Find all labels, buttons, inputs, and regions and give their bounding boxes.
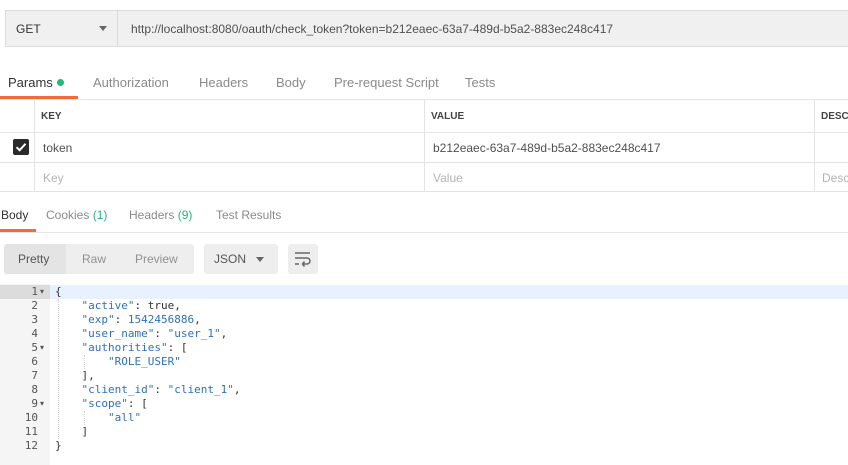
headers-count: (9): [177, 208, 193, 222]
code-line: "scope": [: [81, 397, 148, 410]
param-key-cell[interactable]: token: [43, 141, 72, 155]
line-number: 7: [31, 369, 38, 382]
new-key-input[interactable]: Key: [43, 171, 64, 185]
code-line: }: [55, 439, 62, 452]
fold-toggle-icon[interactable]: ▾: [40, 285, 48, 299]
column-header-description: DESCR: [821, 111, 848, 122]
method-label: GET: [16, 21, 41, 36]
line-number: 11: [24, 425, 38, 438]
code-line: ],: [81, 369, 95, 382]
column-divider: [814, 100, 815, 192]
wrap-text-icon: [295, 252, 311, 267]
fold-toggle-icon[interactable]: ▾: [40, 341, 48, 355]
new-value-input[interactable]: Value: [433, 171, 463, 185]
code-line: "client_id": "client_1",: [81, 383, 241, 396]
raw-button[interactable]: Raw: [82, 252, 106, 266]
format-select[interactable]: JSON: [204, 244, 278, 274]
active-line-highlight: [50, 285, 848, 299]
tab-cookies[interactable]: Cookies (1): [46, 208, 107, 222]
code-line: "exp": 1542456886,: [81, 313, 201, 326]
tab-tests[interactable]: Tests: [465, 75, 495, 90]
tab-params[interactable]: Params: [8, 75, 64, 90]
line-number: 12: [24, 439, 38, 452]
view-mode-segmented-control: Pretty Raw Preview: [4, 244, 194, 274]
tab-pre-request-script[interactable]: Pre-request Script: [334, 75, 439, 90]
checkmark-icon: [15, 143, 27, 152]
chevron-down-icon: [99, 26, 107, 31]
code-line: {: [55, 285, 62, 298]
code-line: "active": true,: [81, 299, 181, 312]
code-line: "user_name": "user_1",: [81, 327, 228, 340]
params-indicator-dot: [56, 79, 64, 86]
code-line: "authorities": [: [81, 341, 188, 354]
param-value-cell[interactable]: b212eaec-63a7-489d-b5a2-883ec248c417: [433, 141, 661, 155]
chevron-down-icon: [256, 257, 264, 262]
line-number: 6: [31, 355, 38, 368]
tab-response-body[interactable]: Body: [1, 208, 28, 222]
url-text: http://localhost:8080/oauth/check_token?…: [131, 21, 614, 36]
preview-button[interactable]: Preview: [135, 252, 178, 266]
line-number: 1: [31, 285, 38, 298]
line-number: 9: [31, 397, 38, 410]
tab-headers[interactable]: Headers: [199, 75, 248, 90]
wrap-lines-button[interactable]: [288, 244, 318, 274]
tab-response-headers[interactable]: Headers (9): [129, 208, 192, 222]
column-divider: [424, 100, 425, 192]
tab-body[interactable]: Body: [276, 75, 306, 90]
fold-toggle-icon[interactable]: ▾: [40, 397, 48, 411]
code-line: "all": [107, 411, 142, 424]
line-number: 10: [24, 411, 38, 424]
line-number: 3: [31, 313, 38, 326]
column-divider: [34, 100, 35, 192]
line-number: 5: [31, 341, 38, 354]
line-number: 2: [31, 299, 38, 312]
divider: [0, 232, 848, 233]
line-number: 4: [31, 327, 38, 340]
column-header-key: KEY: [41, 111, 62, 122]
pretty-button[interactable]: Pretty: [18, 252, 49, 266]
format-label: JSON: [214, 252, 247, 266]
cookies-count: (1): [92, 208, 108, 222]
tab-test-results[interactable]: Test Results: [216, 208, 281, 222]
url-input[interactable]: http://localhost:8080/oauth/check_token?…: [117, 10, 848, 47]
code-line: "ROLE_USER": [107, 355, 181, 368]
code-line: ]: [81, 425, 89, 438]
line-number: 8: [31, 383, 38, 396]
column-header-value: VALUE: [431, 111, 465, 122]
method-select[interactable]: GET: [5, 10, 117, 47]
param-enabled-checkbox[interactable]: [13, 139, 29, 155]
new-description-input[interactable]: Desc: [822, 171, 848, 185]
tab-authorization[interactable]: Authorization: [93, 75, 169, 90]
